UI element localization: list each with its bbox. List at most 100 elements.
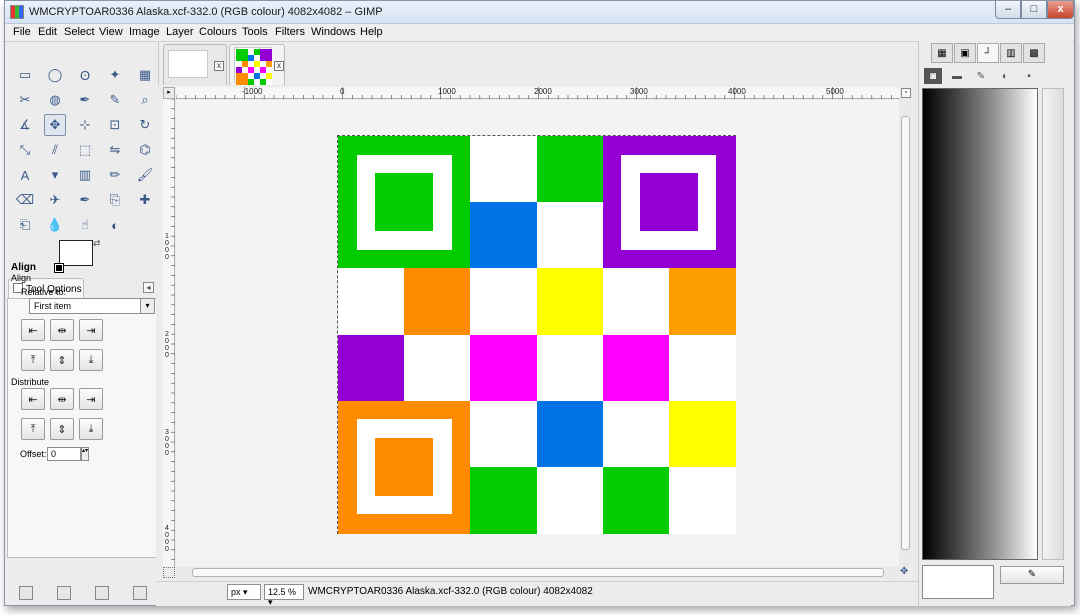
menu-filters[interactable]: Filters xyxy=(275,26,305,38)
tab-gradients[interactable]: ┘ xyxy=(977,43,999,63)
align-center-horizontal-button[interactable]: ⇹ xyxy=(50,319,74,341)
bucket-fill-icon[interactable]: ▾ xyxy=(44,164,66,186)
distribute-center-horizontal-button[interactable]: ⇹ xyxy=(50,388,74,410)
clone-icon[interactable]: ⎘ xyxy=(104,189,126,211)
distribute-left-button[interactable]: ⇤ xyxy=(21,388,45,410)
tab-patterns[interactable]: ▣ xyxy=(954,43,976,63)
align-icon[interactable]: ⊹ xyxy=(74,114,96,136)
tab-brushes[interactable]: ▦ xyxy=(931,43,953,63)
scrollbar-thumb[interactable] xyxy=(192,568,884,577)
zoom-icon[interactable]: ⌕ xyxy=(134,89,156,111)
ruler-corner-menu-icon[interactable]: ▸ xyxy=(163,87,175,99)
restore-options-icon[interactable] xyxy=(57,586,71,600)
tab-palettes[interactable]: ▩ xyxy=(1023,43,1045,63)
image-tab-1[interactable]: x xyxy=(163,44,227,86)
close-button[interactable]: x xyxy=(1047,1,1074,19)
menu-select[interactable]: Select xyxy=(64,26,95,38)
dock-tool-1-icon[interactable]: ◙ xyxy=(924,68,942,84)
scrollbar-thumb[interactable] xyxy=(901,116,910,550)
heal-icon[interactable]: ✚ xyxy=(134,189,156,211)
menu-edit[interactable]: Edit xyxy=(38,26,57,38)
airbrush-icon[interactable]: ✈ xyxy=(44,189,66,211)
measure-icon[interactable]: ∡ xyxy=(14,114,36,136)
dodge-burn-icon[interactable]: ◐ xyxy=(104,214,126,236)
unit-select[interactable]: px ▾ xyxy=(227,584,261,600)
cage-icon[interactable]: ⌬ xyxy=(134,139,156,161)
delete-options-icon[interactable] xyxy=(95,586,109,600)
menu-windows[interactable]: Windows xyxy=(311,26,356,38)
perspective-clone-icon[interactable]: ⎗ xyxy=(14,214,36,236)
scissors-select-icon[interactable]: ✂ xyxy=(14,89,36,111)
pencil-icon[interactable]: ✏ xyxy=(104,164,126,186)
menu-view[interactable]: View xyxy=(99,26,123,38)
color-grid-image[interactable] xyxy=(337,135,736,534)
image-tab-2[interactable]: x xyxy=(229,44,285,86)
horizontal-ruler[interactable]: -1000 0 1000 2000 3000 4000 5000 xyxy=(176,87,900,99)
menu-tools[interactable]: Tools xyxy=(242,26,268,38)
close-tab-icon[interactable]: x xyxy=(214,61,224,71)
navigate-icon[interactable]: ✥ xyxy=(900,567,911,578)
relative-to-select[interactable]: First item ▾ xyxy=(29,298,155,314)
foreground-color-swatch[interactable] xyxy=(59,240,93,266)
title-bar[interactable]: WMCRYPTOAR0336 Alaska.xcf-332.0 (RGB col… xyxy=(5,1,1074,24)
horizontal-scrollbar[interactable] xyxy=(176,567,900,578)
dock-tool-3-icon[interactable]: ✎ xyxy=(972,68,990,84)
align-top-edge-button[interactable]: ⤒ xyxy=(21,349,45,371)
smudge-icon[interactable]: ☝ xyxy=(74,214,96,236)
blend-icon[interactable]: ▥ xyxy=(74,164,96,186)
text-icon[interactable]: A xyxy=(14,164,36,186)
align-middle-vertical-button[interactable]: ⇕ xyxy=(50,349,74,371)
distribute-right-button[interactable]: ⇥ xyxy=(79,388,103,410)
dock-scrollbar[interactable] xyxy=(1042,88,1064,560)
tab-fonts[interactable]: ▥ xyxy=(1000,43,1022,63)
tab-menu-arrow-icon[interactable]: ◂ xyxy=(143,282,154,293)
paths-icon[interactable]: ✒ xyxy=(74,89,96,111)
menu-file[interactable]: File xyxy=(13,26,31,38)
offset-input[interactable]: 0 xyxy=(47,447,81,461)
menu-layer[interactable]: Layer xyxy=(166,26,194,38)
quick-mask-toggle[interactable] xyxy=(163,567,175,578)
menu-image[interactable]: Image xyxy=(129,26,160,38)
ink-icon[interactable]: ✒ xyxy=(74,189,96,211)
gradient-preview-panel[interactable] xyxy=(922,88,1038,560)
rect-select-icon[interactable]: ▭ xyxy=(14,64,36,86)
distribute-bottom-button[interactable]: ⤓ xyxy=(79,418,103,440)
vertical-ruler[interactable]: 1000 2000 3000 4000 xyxy=(163,99,175,567)
menu-help[interactable]: Help xyxy=(360,26,383,38)
dock-tool-4-icon[interactable]: ◐ xyxy=(996,68,1014,84)
align-left-edge-button[interactable]: ⇤ xyxy=(21,319,45,341)
free-select-icon[interactable]: ʘ xyxy=(74,64,96,86)
align-bottom-edge-button[interactable]: ⤓ xyxy=(79,349,103,371)
chevron-down-icon[interactable]: ▾ xyxy=(140,299,154,313)
gradient-thumbnail[interactable] xyxy=(922,565,994,599)
distribute-top-button[interactable]: ⤒ xyxy=(21,418,45,440)
zoom-select[interactable]: 12.5 % ▾ xyxy=(264,584,304,607)
align-right-edge-button[interactable]: ⇥ xyxy=(79,319,103,341)
scale-icon[interactable]: ⤡ xyxy=(14,139,36,161)
maximize-button[interactable]: □ xyxy=(1021,1,1047,19)
minimize-button[interactable]: – xyxy=(995,1,1021,19)
edit-gradient-button[interactable]: ✎ xyxy=(1000,566,1064,584)
crop-icon[interactable]: ⊡ xyxy=(104,114,126,136)
foreground-select-icon[interactable]: ◍ xyxy=(44,89,66,111)
ellipse-select-icon[interactable]: ◯ xyxy=(44,64,66,86)
fg-bg-colors[interactable]: ⇄ xyxy=(54,238,105,274)
perspective-icon[interactable]: ⬚ xyxy=(74,139,96,161)
flip-icon[interactable]: ⇋ xyxy=(104,139,126,161)
close-tab-icon[interactable]: x xyxy=(274,61,284,71)
distribute-middle-vertical-button[interactable]: ⇕ xyxy=(50,418,74,440)
zoom-on-resize-toggle[interactable]: ▫ xyxy=(901,88,911,98)
dock-tool-5-icon[interactable]: ▪ xyxy=(1020,68,1038,84)
default-colors-icon[interactable] xyxy=(54,263,64,273)
dock-tool-2-icon[interactable]: ▬ xyxy=(948,68,966,84)
save-options-icon[interactable] xyxy=(19,586,33,600)
color-select-icon[interactable]: ▦ xyxy=(134,64,156,86)
shear-icon[interactable]: ⫽ xyxy=(44,139,66,161)
paintbrush-icon[interactable]: 🖌 xyxy=(134,164,156,186)
reset-options-icon[interactable] xyxy=(133,586,147,600)
menu-colours[interactable]: Colours xyxy=(199,26,237,38)
blur-icon[interactable]: 💧 xyxy=(44,214,66,236)
vertical-scrollbar[interactable] xyxy=(900,100,911,566)
rotate-icon[interactable]: ↻ xyxy=(134,114,156,136)
move-icon[interactable]: ✥ xyxy=(44,114,66,136)
